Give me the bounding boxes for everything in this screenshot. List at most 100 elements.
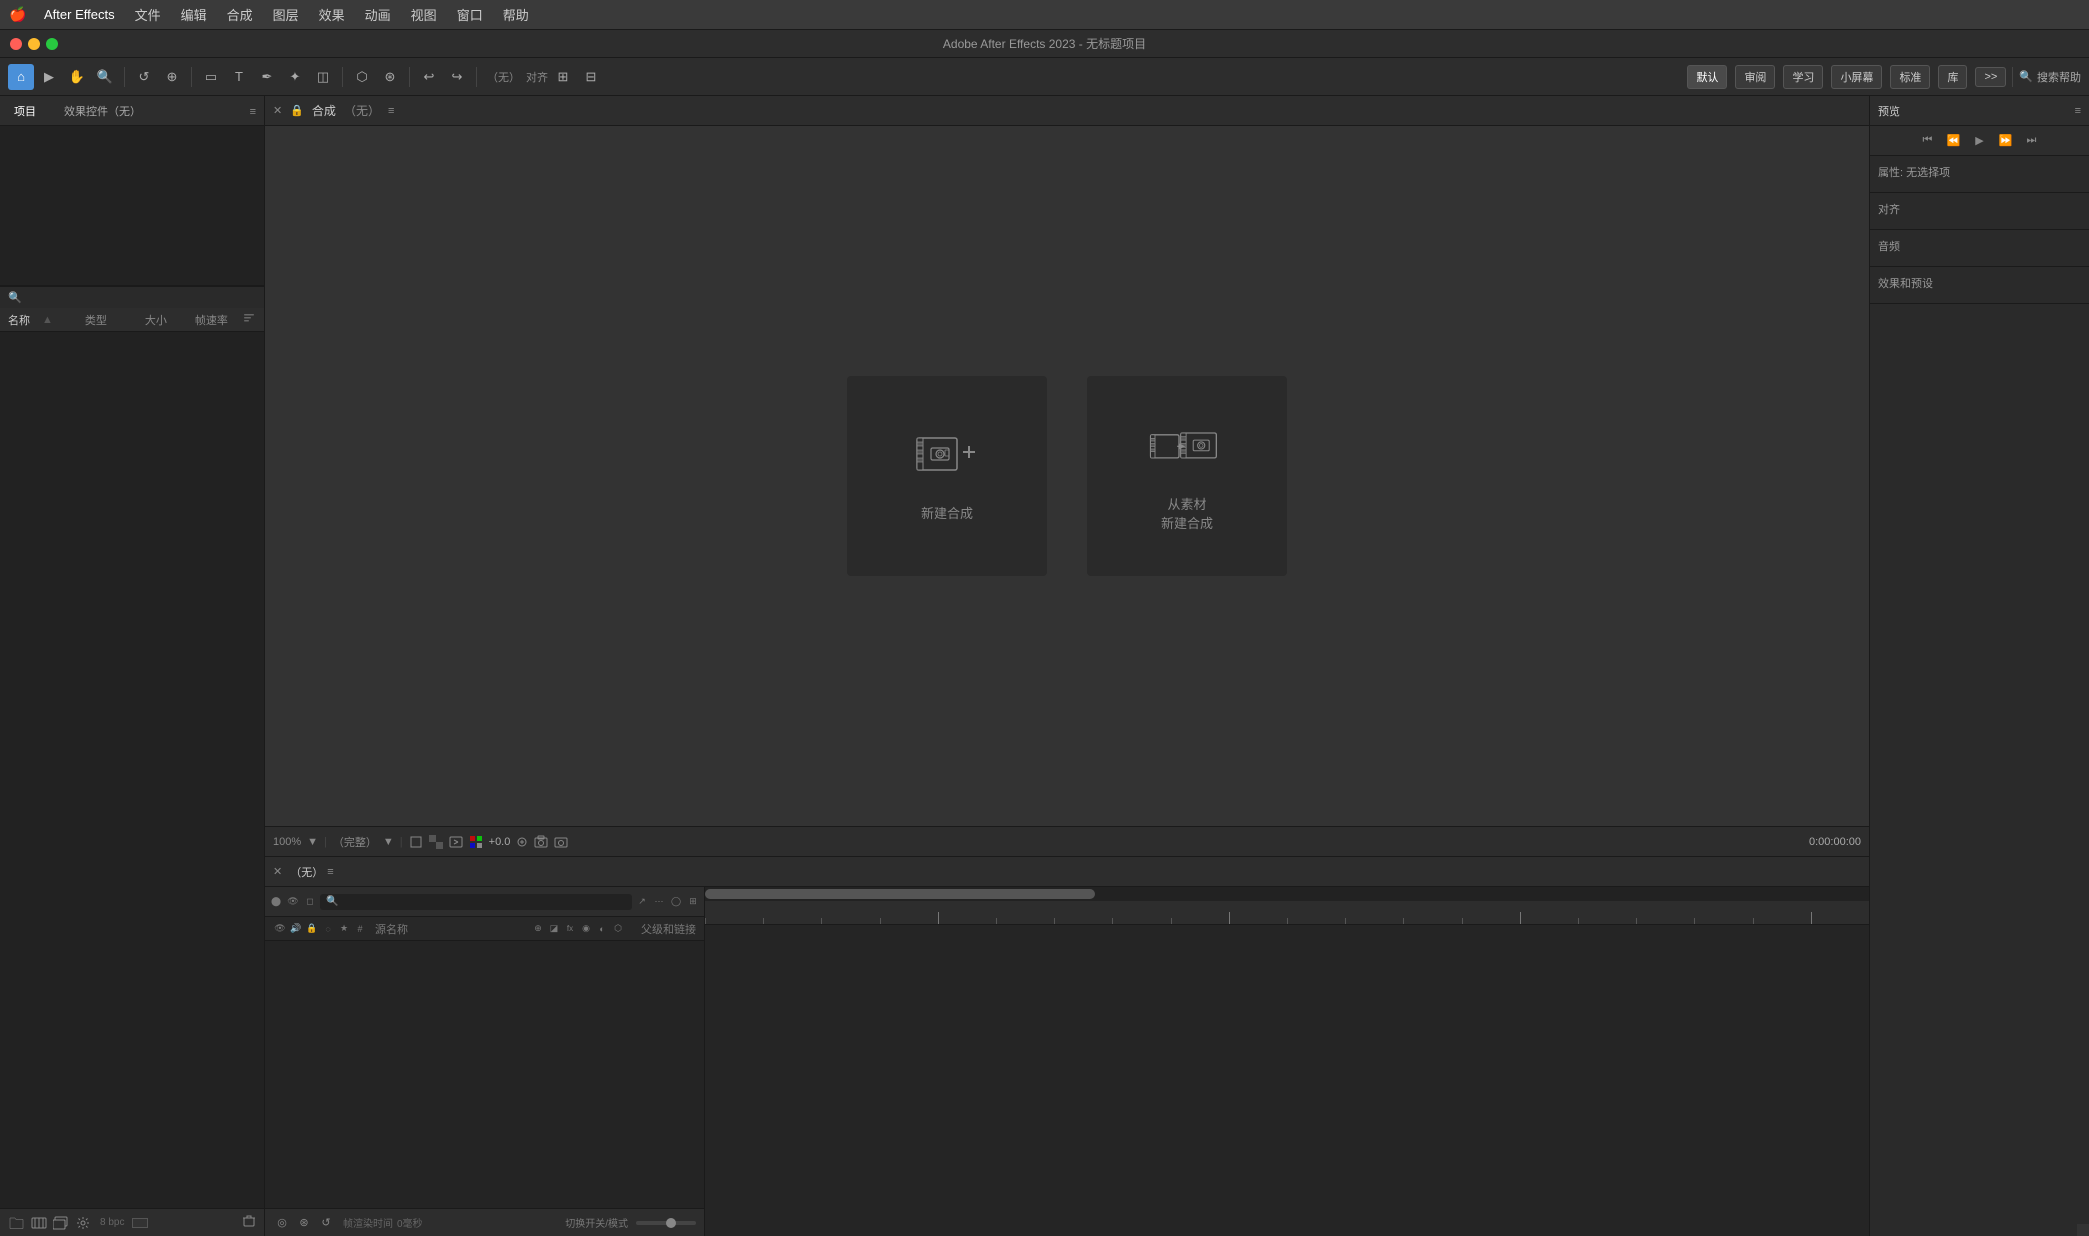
- col-size[interactable]: 大小: [145, 312, 167, 328]
- menu-animation[interactable]: 动画: [357, 3, 399, 26]
- skip-start-btn[interactable]: ⏮: [1918, 131, 1938, 151]
- maximize-button[interactable]: [46, 38, 58, 50]
- prev-frame-btn[interactable]: ⏪: [1944, 131, 1964, 151]
- stretch-toggle[interactable]: ⊟: [578, 64, 604, 90]
- tl-col-eye[interactable]: 👁: [273, 922, 287, 936]
- attrs-title[interactable]: 属性: 无选择项: [1878, 164, 2081, 180]
- rectangle-mask-tool[interactable]: ▭: [198, 64, 224, 90]
- tl-col-shy[interactable]: ◌: [321, 922, 335, 936]
- tl-solo-icon[interactable]: ◯: [669, 895, 683, 909]
- tl-draft2-icon[interactable]: ⋯: [652, 895, 666, 909]
- align-options[interactable]: ⊞: [550, 64, 576, 90]
- tl-more-icon[interactable]: ⊞: [686, 895, 700, 909]
- col-framerate[interactable]: 帧速率: [195, 312, 228, 328]
- tl-col-3d[interactable]: ⬡: [611, 922, 625, 936]
- tl-col-mask[interactable]: ◪: [547, 922, 561, 936]
- view-snapshot[interactable]: [554, 835, 568, 849]
- new-comp-icon[interactable]: [52, 1214, 70, 1232]
- fast-preview[interactable]: [449, 835, 463, 849]
- settings-icon[interactable]: [74, 1214, 92, 1232]
- project-search-input[interactable]: [26, 292, 226, 304]
- skip-end-btn[interactable]: ⏭: [2022, 131, 2042, 151]
- comp-tab-close[interactable]: ✕: [273, 104, 282, 117]
- search-help-area[interactable]: 🔍 搜索帮助: [2019, 69, 2081, 85]
- clone-tool[interactable]: ✦: [282, 64, 308, 90]
- tab-effects[interactable]: 效果控件（无）: [58, 99, 147, 123]
- rotate-tool[interactable]: ↺: [131, 64, 157, 90]
- tl-col-fx-label[interactable]: fx: [563, 922, 577, 936]
- workspace-standard[interactable]: 标准: [1890, 65, 1930, 89]
- tl-zoom-slider[interactable]: [636, 1221, 696, 1225]
- zoom-tool[interactable]: 🔍: [92, 64, 118, 90]
- col-type[interactable]: 类型: [85, 312, 107, 328]
- zoom-control[interactable]: 100%: [273, 836, 301, 848]
- zoom-dropdown[interactable]: ▼: [307, 836, 318, 848]
- selection-tool[interactable]: ▶: [36, 64, 62, 90]
- tl-slider-thumb[interactable]: [666, 1218, 676, 1228]
- from-footage-card[interactable]: 从素材新建合成: [1087, 376, 1287, 576]
- next-frame-btn[interactable]: ⏩: [1996, 131, 2016, 151]
- tab-project[interactable]: 项目: [8, 99, 42, 123]
- menu-help[interactable]: 帮助: [495, 3, 537, 26]
- workspace-review[interactable]: 审阅: [1735, 65, 1775, 89]
- redo-button[interactable]: ↪: [444, 64, 470, 90]
- text-tool[interactable]: T: [226, 64, 252, 90]
- new-folder-icon[interactable]: [8, 1214, 26, 1232]
- tl-col-source-name[interactable]: 源名称: [375, 921, 531, 937]
- view-channels[interactable]: [469, 835, 483, 849]
- close-button[interactable]: [10, 38, 22, 50]
- col-name[interactable]: 名称: [8, 312, 30, 328]
- tl-shy-icon[interactable]: 👁: [286, 895, 300, 909]
- effects-presets-title[interactable]: 效果和预设: [1878, 275, 2081, 291]
- project-sort-icon[interactable]: [242, 311, 256, 328]
- new-comp-card[interactable]: 新建合成: [847, 376, 1047, 576]
- tl-live-update[interactable]: ↺: [317, 1214, 335, 1232]
- new-footage-icon[interactable]: [30, 1214, 48, 1232]
- play-btn[interactable]: ▶: [1970, 131, 1990, 151]
- tl-col-hash[interactable]: #: [353, 922, 367, 936]
- preview-menu[interactable]: ≡: [2075, 105, 2081, 117]
- region-of-interest[interactable]: [409, 835, 423, 849]
- menu-effect[interactable]: 效果: [311, 3, 353, 26]
- color-depth-box[interactable]: [132, 1218, 148, 1228]
- apple-menu[interactable]: 🍎: [8, 5, 28, 25]
- workspace-more[interactable]: >>: [1975, 67, 2006, 87]
- comp-tab-menu[interactable]: ≡: [388, 105, 394, 117]
- eraser-tool[interactable]: ◫: [310, 64, 336, 90]
- transparency-grid[interactable]: [429, 835, 443, 849]
- delete-icon[interactable]: [242, 1214, 256, 1231]
- hand-tool[interactable]: ✋: [64, 64, 90, 90]
- undo-button[interactable]: ↩: [416, 64, 442, 90]
- tl-motion-blur[interactable]: ◎: [273, 1214, 291, 1232]
- menu-view[interactable]: 视图: [403, 3, 445, 26]
- tl-graph-icon[interactable]: ↗: [635, 895, 649, 909]
- menu-composition[interactable]: 合成: [219, 3, 261, 26]
- workspace-smallscreen[interactable]: 小屏幕: [1831, 65, 1882, 89]
- tl-frame-blend[interactable]: ⊛: [295, 1214, 313, 1232]
- tl-col-effect[interactable]: ★: [337, 922, 351, 936]
- tl-col-transform[interactable]: ⊕: [531, 922, 545, 936]
- menu-file[interactable]: 文件: [127, 3, 169, 26]
- panel-menu-icon[interactable]: ≡: [250, 104, 256, 118]
- workspace-default[interactable]: 默认: [1687, 65, 1727, 89]
- camera-tool[interactable]: ⊕: [159, 64, 185, 90]
- tl-col-lock[interactable]: 🔒: [305, 922, 319, 936]
- workspace-learn[interactable]: 学习: [1783, 65, 1823, 89]
- shape-tool[interactable]: ⬡: [349, 64, 375, 90]
- menu-edit[interactable]: 编辑: [173, 3, 215, 26]
- tl-col-blend[interactable]: ◉: [579, 922, 593, 936]
- menu-aftereffects[interactable]: After Effects: [36, 5, 123, 24]
- minimize-button[interactable]: [28, 38, 40, 50]
- home-button[interactable]: ⌂: [8, 64, 34, 90]
- quality-arrow[interactable]: ▼: [383, 836, 394, 848]
- timeline-scroll-thumb[interactable]: [705, 889, 1095, 899]
- timeline-scrollbar[interactable]: [705, 887, 1869, 901]
- tl-col-parent[interactable]: 父级和链接: [641, 921, 696, 937]
- menu-layer[interactable]: 图层: [265, 3, 307, 26]
- switch-modes-label[interactable]: 切换开关/模式: [565, 1215, 628, 1230]
- quality-dropdown[interactable]: （完整）: [333, 834, 377, 850]
- tl-col-audio[interactable]: 🔊: [289, 922, 303, 936]
- audio-title[interactable]: 音频: [1878, 238, 2081, 254]
- tl-draft-icon[interactable]: ◻: [303, 895, 317, 909]
- pen-tool[interactable]: ✒: [254, 64, 280, 90]
